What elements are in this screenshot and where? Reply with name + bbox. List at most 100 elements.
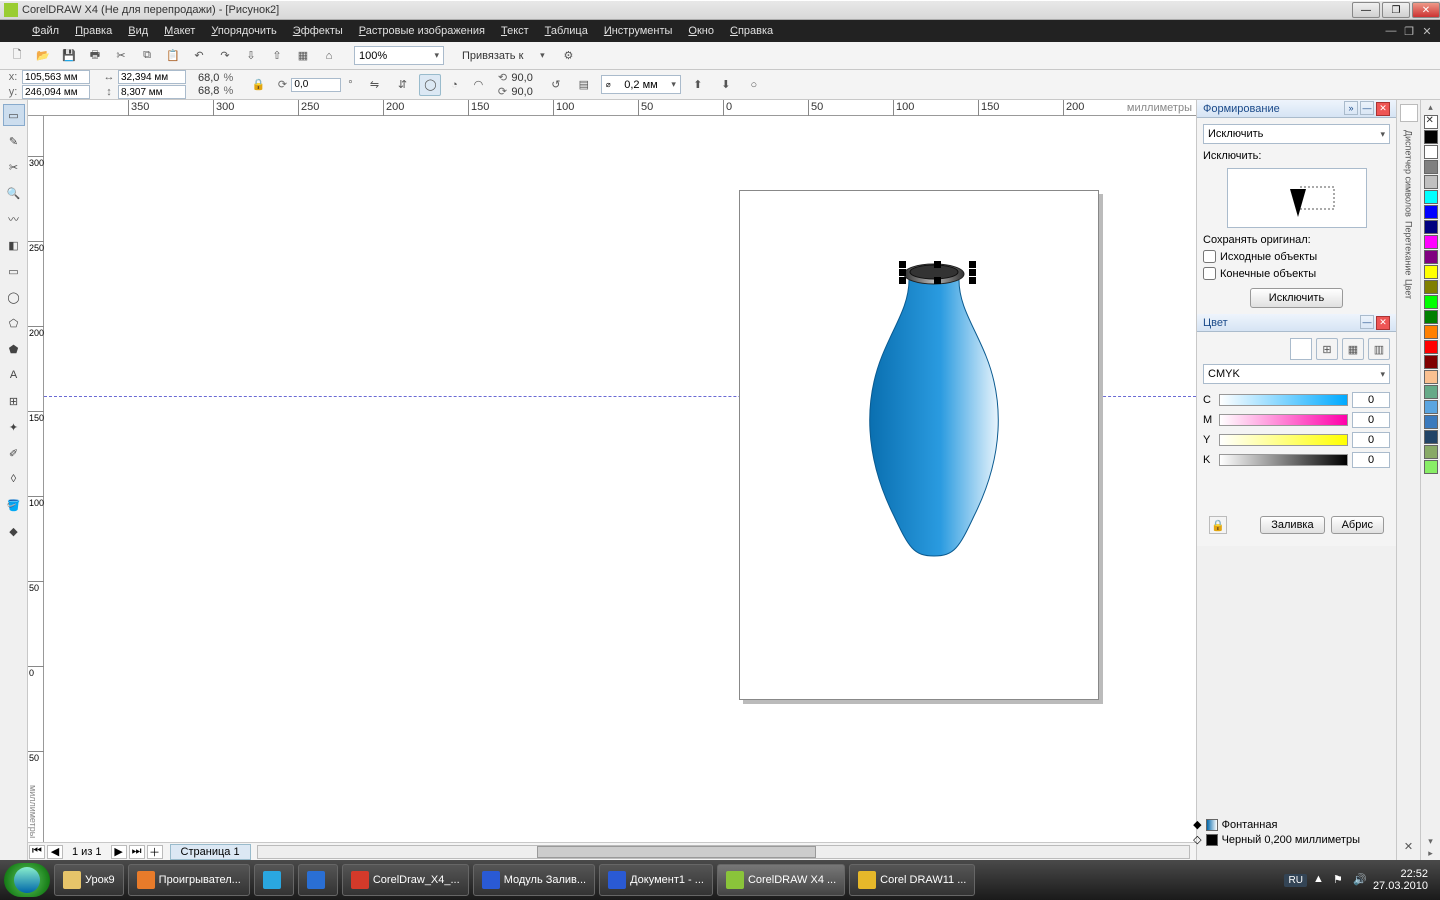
language-indicator[interactable]: RU [1284, 874, 1306, 887]
page-tab[interactable]: Страница 1 [170, 844, 251, 860]
mdi-restore-icon[interactable]: ❐ [1400, 25, 1418, 38]
menu-растровые изображения[interactable]: Растровые изображения [351, 25, 493, 37]
docker-options-icon[interactable]: ✕ [1398, 838, 1420, 860]
mdi-close-icon[interactable]: ✕ [1418, 25, 1436, 38]
welcome-icon[interactable]: ⌂ [318, 45, 340, 67]
clock[interactable]: 22:52 27.03.2010 [1373, 868, 1428, 892]
horizontal-ruler[interactable]: миллиметры 35030025020015010050050100150… [28, 100, 1196, 116]
redo-icon[interactable]: ↷ [214, 45, 236, 67]
color-model-select[interactable]: CMYK▾ [1203, 364, 1390, 384]
channel-Y-value[interactable] [1352, 432, 1390, 448]
palette-swatch[interactable] [1424, 460, 1438, 474]
table-tool-icon[interactable]: ⊞ [3, 390, 25, 412]
docker-tab-icon[interactable] [1400, 104, 1418, 122]
export-icon[interactable]: ⇧ [266, 45, 288, 67]
palette-swatch[interactable] [1424, 235, 1438, 249]
page-prev-icon[interactable]: ◀ [47, 845, 63, 859]
fill-button[interactable]: Заливка [1260, 516, 1324, 534]
taskbar-item[interactable]: Corel DRAW11 ... [849, 864, 975, 896]
shaping-docker-title[interactable]: Формирование »—✕ [1197, 100, 1396, 118]
cut-icon[interactable]: ✂ [110, 45, 132, 67]
copy-icon[interactable]: ⧉ [136, 45, 158, 67]
height-input[interactable] [118, 85, 186, 99]
rotation-input[interactable] [291, 78, 341, 92]
pick-tool-icon[interactable]: ▭ [3, 104, 25, 126]
basic-shapes-icon[interactable]: ⬟ [3, 338, 25, 360]
zoom-tool-icon[interactable]: 🔍 [3, 182, 25, 204]
docker-close-icon[interactable]: ✕ [1376, 316, 1390, 330]
palette-swatch[interactable] [1424, 205, 1438, 219]
shaping-apply-button[interactable]: Исключить [1250, 288, 1343, 308]
source-objects-checkbox[interactable] [1203, 250, 1216, 263]
docker-tab-Цвет[interactable]: Цвет [1404, 279, 1414, 299]
crop-tool-icon[interactable]: ✂ [3, 156, 25, 178]
taskbar-item[interactable]: Документ1 - ... [599, 864, 713, 896]
ellipse-mode-icon[interactable]: ◯ [419, 74, 441, 96]
start-button[interactable] [4, 863, 50, 897]
shaping-mode-select[interactable]: Исключить▾ [1203, 124, 1390, 144]
zoom-select[interactable]: 100%▾ [354, 46, 444, 65]
selection-handle[interactable] [969, 261, 976, 268]
taskbar-item[interactable] [254, 864, 294, 896]
channel-C-slider[interactable] [1219, 394, 1348, 406]
vertical-ruler[interactable]: миллиметры 30025020015010050050 [28, 116, 44, 842]
channel-M-slider[interactable] [1219, 414, 1348, 426]
docker-tab-Перетекание[interactable]: Перетекание [1404, 221, 1414, 275]
pie-mode-icon[interactable]: ◔ [443, 74, 465, 96]
palette-swatch[interactable] [1424, 400, 1438, 414]
palette-swatch[interactable] [1424, 385, 1438, 399]
reverse-arc-icon[interactable]: ↺ [545, 74, 567, 96]
taskbar-item[interactable] [298, 864, 338, 896]
interactive-tool-icon[interactable]: ✦ [3, 416, 25, 438]
menu-справка[interactable]: Справка [722, 25, 781, 37]
outline-tool-icon[interactable]: ◊ [3, 468, 25, 490]
eyedropper-tool-icon[interactable]: ✐ [3, 442, 25, 464]
ellipse-tool-icon[interactable]: ◯ [3, 286, 25, 308]
palette-swatch[interactable] [1424, 130, 1438, 144]
page-last-icon[interactable]: ⏭ [129, 845, 145, 859]
taskbar-item[interactable]: Урок9 [54, 864, 124, 896]
palette-swatch[interactable] [1424, 295, 1438, 309]
selection-handle[interactable] [934, 277, 941, 284]
snap-dropdown[interactable]: ▾ [531, 45, 553, 67]
page-next-icon[interactable]: ▶ [111, 845, 127, 859]
selection-handle[interactable] [969, 277, 976, 284]
docker-collapse-icon[interactable]: » [1344, 101, 1358, 115]
selection-handle[interactable] [899, 261, 906, 268]
channel-Y-slider[interactable] [1219, 434, 1348, 446]
page-first-icon[interactable]: ⏮ [29, 845, 45, 859]
to-back-icon[interactable]: ⬇ [715, 74, 737, 96]
page-add-icon[interactable]: ＋ [147, 845, 163, 859]
fill-tool-icon[interactable]: 🪣 [3, 494, 25, 516]
palette-up-icon[interactable]: ▴ [1428, 102, 1433, 114]
docker-min-icon[interactable]: — [1360, 315, 1374, 329]
outline-width-select[interactable]: ⌀0,2 мм▾ [601, 75, 681, 94]
outline-button[interactable]: Абрис [1331, 516, 1384, 534]
palette-swatch[interactable] [1424, 160, 1438, 174]
print-icon[interactable]: 🖶 [84, 45, 106, 67]
undo-icon[interactable]: ↶ [188, 45, 210, 67]
outline-swatch-icon[interactable]: ◇ [1193, 833, 1201, 846]
polygon-tool-icon[interactable]: ⬠ [3, 312, 25, 334]
palette-flyout-icon[interactable]: ▸ [1428, 848, 1433, 860]
selection-handle[interactable] [899, 269, 906, 276]
close-button[interactable]: ✕ [1412, 2, 1440, 18]
freehand-tool-icon[interactable]: 〰 [3, 208, 25, 230]
wrap-text-icon[interactable]: ▤ [573, 74, 595, 96]
arc-mode-icon[interactable]: ◠ [467, 74, 489, 96]
canvas-viewport[interactable] [44, 116, 1196, 842]
tray-flag-icon[interactable]: ▲ [1313, 873, 1327, 887]
lock-ratio-icon[interactable]: 🔒 [247, 74, 269, 96]
pos-x-input[interactable] [22, 70, 90, 84]
vase-object[interactable] [854, 256, 1014, 576]
color-palettes-icon[interactable]: ▥ [1368, 338, 1390, 360]
menu-текст[interactable]: Текст [493, 25, 537, 37]
mdi-minimize-icon[interactable]: — [1382, 25, 1400, 38]
palette-swatch[interactable] [1424, 310, 1438, 324]
palette-swatch[interactable] [1424, 145, 1438, 159]
paste-icon[interactable]: 📋 [162, 45, 184, 67]
menu-эффекты[interactable]: Эффекты [285, 25, 351, 37]
convert-curves-icon[interactable]: ○ [743, 74, 765, 96]
taskbar-item[interactable]: Проигрывател... [128, 864, 250, 896]
menu-правка[interactable]: Правка [67, 25, 120, 37]
